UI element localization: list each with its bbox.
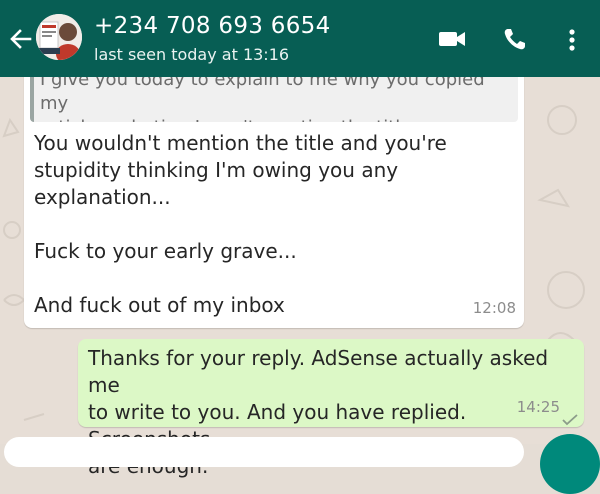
phone-icon[interactable] [500, 24, 532, 54]
message-time: 14:25 [516, 398, 560, 416]
avatar[interactable] [36, 14, 82, 60]
contact-name[interactable]: +234 708 693 6654 [94, 13, 331, 39]
message-text: You wouldn't mention the title and you'r… [34, 131, 447, 317]
check-icon [562, 406, 578, 426]
incoming-message[interactable]: I give you today to explain to me why yo… [24, 60, 524, 328]
more-vert-icon[interactable] [556, 24, 588, 54]
last-seen-status: last seen today at 13:16 [94, 45, 290, 64]
outgoing-message[interactable]: Thanks for your reply. AdSense actually … [78, 339, 584, 478]
videocam-icon[interactable] [436, 24, 468, 54]
message-input-bar[interactable] [4, 437, 524, 467]
message-time: 12:08 [472, 299, 516, 317]
chat-header: +234 708 693 6654 last seen today at 13:… [0, 0, 600, 77]
arrow-back-icon[interactable] [8, 26, 34, 52]
mic-button[interactable] [540, 434, 600, 494]
